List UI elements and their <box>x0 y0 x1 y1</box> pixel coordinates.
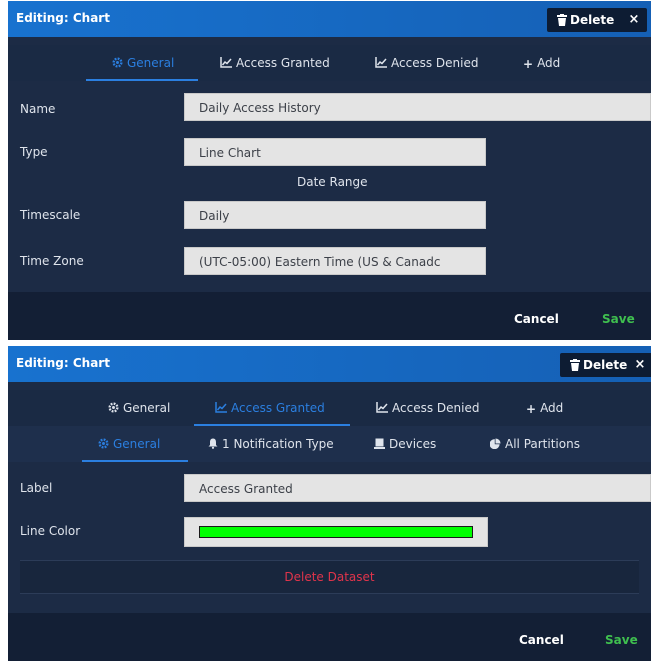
chart-tabs: General Access Granted Access Denied + Ad… <box>8 390 651 426</box>
gear-icon <box>112 57 123 68</box>
tab-label: Access Granted <box>236 56 330 70</box>
delete-label: Delete <box>570 13 615 27</box>
tab-access-denied[interactable]: Access Denied <box>376 390 479 426</box>
tab-label: Access Granted <box>231 401 325 415</box>
type-select[interactable]: Line Chart <box>184 138 486 166</box>
tab-general[interactable]: General <box>112 45 174 81</box>
type-label: Type <box>20 145 48 159</box>
cancel-button[interactable]: Cancel <box>514 312 559 326</box>
delete-dataset-button[interactable]: Delete Dataset <box>20 570 639 584</box>
delete-label: Delete <box>583 358 628 372</box>
chart-editor-dialog: Editing: Chart Delete × General Access G… <box>8 346 651 661</box>
gear-icon <box>108 402 119 413</box>
date-range-heading: Date Range <box>297 175 368 189</box>
line-chart-icon <box>375 57 387 68</box>
dialog-footer: Cancel Save <box>8 613 651 661</box>
tab-label: All Partitions <box>505 437 580 451</box>
timezone-label: Time Zone <box>20 254 84 268</box>
tab-label: Add <box>540 401 564 415</box>
dialog-titlebar: Editing: Chart Delete × <box>8 1 651 37</box>
line-chart-icon <box>215 402 227 413</box>
tab-label: General <box>113 437 161 451</box>
trash-icon <box>557 14 567 26</box>
delete-dataset-row: Delete Dataset <box>20 560 639 594</box>
active-subtab-indicator <box>82 460 188 462</box>
dialog-title: Editing: Chart <box>16 11 110 25</box>
line-color-picker[interactable] <box>184 517 488 547</box>
subtab-general[interactable]: General <box>98 426 160 462</box>
save-button[interactable]: Save <box>605 633 638 647</box>
tab-access-denied[interactable]: Access Denied <box>375 45 478 81</box>
plus-icon: + <box>526 402 537 416</box>
trash-icon <box>570 359 580 371</box>
tab-label: Add <box>537 56 561 70</box>
timescale-label: Timescale <box>20 208 81 222</box>
line-chart-icon <box>220 57 232 68</box>
plus-icon: + <box>523 57 534 71</box>
tab-label: Access Denied <box>391 56 479 70</box>
tab-access-granted[interactable]: Access Granted <box>215 390 325 426</box>
line-chart-icon <box>376 402 388 413</box>
tab-label: Devices <box>389 437 437 451</box>
line-color-swatch <box>199 526 473 538</box>
close-button[interactable]: × <box>627 353 651 377</box>
gear-icon <box>98 438 109 449</box>
tab-label: 1 Notification Type <box>222 437 334 451</box>
delete-chart-button[interactable]: Delete <box>547 8 625 32</box>
name-input[interactable]: Daily Access History <box>184 93 651 121</box>
label-label: Label <box>20 481 53 495</box>
dataset-subtabs: General 1 Notification Type Devices All … <box>8 426 651 462</box>
partition-icon <box>490 438 501 449</box>
save-button[interactable]: Save <box>602 312 635 326</box>
cancel-button[interactable]: Cancel <box>519 633 564 647</box>
close-button[interactable]: × <box>621 8 647 32</box>
tab-access-granted[interactable]: Access Granted <box>220 45 330 81</box>
subtab-all-partitions[interactable]: All Partitions <box>490 426 580 462</box>
tab-add[interactable]: + Add <box>526 390 563 426</box>
active-tab-indicator <box>86 79 198 81</box>
tab-label: General <box>123 401 171 415</box>
dialog-titlebar: Editing: Chart Delete × <box>8 346 651 382</box>
dialog-title: Editing: Chart <box>16 356 110 370</box>
dialog-footer: Cancel Save <box>8 292 651 340</box>
device-icon <box>374 438 385 449</box>
tab-label: General <box>127 56 175 70</box>
timescale-select[interactable]: Daily <box>184 201 486 229</box>
tab-label: Access Denied <box>392 401 480 415</box>
tab-general[interactable]: General <box>108 390 170 426</box>
bell-icon <box>208 438 218 449</box>
chart-editor-dialog: Editing: Chart Delete × General Access G… <box>8 1 651 340</box>
chart-tabs: General Access Granted Access Denied + Ad… <box>8 45 651 81</box>
tab-add[interactable]: + Add <box>523 45 560 81</box>
name-label: Name <box>20 102 56 116</box>
subtab-devices[interactable]: Devices <box>374 426 436 462</box>
subtab-notification-type[interactable]: 1 Notification Type <box>208 426 334 462</box>
line-color-label: Line Color <box>20 524 81 538</box>
delete-chart-button[interactable]: Delete <box>560 353 638 377</box>
label-input[interactable]: Access Granted <box>184 474 651 502</box>
timezone-select[interactable]: (UTC-05:00) Eastern Time (US & Canadc <box>184 247 486 275</box>
